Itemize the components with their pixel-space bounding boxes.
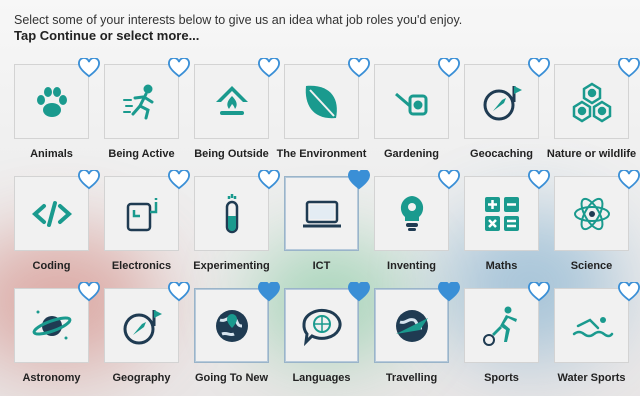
heart-filled-icon[interactable]: [258, 282, 280, 302]
interest-label: Science: [570, 260, 613, 272]
circuit-board-icon: [126, 197, 157, 231]
interest-label: Water Sports: [557, 372, 626, 384]
heart-outline-icon[interactable]: [528, 58, 550, 78]
globe-plane-icon: [395, 309, 428, 342]
interest-label: Maths: [485, 260, 518, 272]
interest-label: Going To New: [194, 372, 269, 384]
heart-outline-icon[interactable]: [78, 282, 100, 302]
interest-label: Coding: [32, 260, 71, 272]
heart-filled-icon[interactable]: [438, 282, 460, 302]
code-brackets-icon: [31, 200, 72, 227]
heart-outline-icon[interactable]: [258, 58, 280, 78]
swimmer-icon: [572, 316, 613, 337]
compass-flag-icon: [123, 309, 162, 344]
atom-icon: [573, 197, 610, 230]
heart-outline-icon[interactable]: [438, 170, 460, 190]
interest-label: Geography: [112, 372, 171, 384]
heart-outline-icon[interactable]: [168, 170, 190, 190]
heart-outline-icon[interactable]: [618, 170, 640, 190]
interest-label: Being Outside: [194, 148, 269, 160]
interest-label: Gardening: [383, 148, 439, 160]
interest-label: ICT: [312, 260, 331, 272]
running-person-icon: [122, 84, 153, 119]
heart-outline-icon[interactable]: [528, 282, 550, 302]
heart-outline-icon[interactable]: [528, 170, 550, 190]
heart-filled-icon[interactable]: [348, 170, 370, 190]
hexagon-nature-icon: [572, 82, 611, 122]
watering-can-icon: [394, 92, 427, 115]
heart-filled-icon[interactable]: [348, 282, 370, 302]
interest-label: Experimenting: [193, 260, 270, 272]
speech-globe-icon: [301, 308, 341, 346]
interest-label: Astronomy: [22, 372, 81, 384]
heart-outline-icon[interactable]: [348, 58, 370, 78]
heart-outline-icon[interactable]: [438, 58, 460, 78]
planet-icon: [32, 310, 71, 339]
interest-label: Travelling: [385, 372, 438, 384]
campfire-tent-icon: [215, 85, 248, 115]
leaf-icon: [305, 85, 337, 118]
intro-text: Select some of your interests below to g…: [14, 12, 462, 44]
calculator-symbols-icon: [484, 196, 519, 231]
test-tube-icon: [225, 193, 238, 233]
heart-outline-icon[interactable]: [168, 58, 190, 78]
interest-label: Being Active: [108, 148, 175, 160]
interest-label: Nature or wildlife: [546, 148, 637, 160]
heart-outline-icon[interactable]: [618, 282, 640, 302]
heart-outline-icon[interactable]: [78, 58, 100, 78]
heart-outline-icon[interactable]: [78, 170, 100, 190]
intro-continue-hint: Tap Continue or select more...: [14, 28, 200, 43]
heart-outline-icon[interactable]: [168, 282, 190, 302]
interest-label: Languages: [292, 372, 351, 384]
laptop-icon: [302, 200, 341, 227]
compass-flag-icon: [483, 85, 522, 120]
heart-outline-icon[interactable]: [258, 170, 280, 190]
lightbulb-gear-icon: [400, 195, 423, 231]
paw-icon: [36, 86, 67, 117]
football-player-icon: [482, 306, 517, 346]
interest-label: Inventing: [387, 260, 436, 272]
interest-label: The Environment: [276, 148, 367, 160]
globe-pin-icon: [215, 309, 248, 342]
interest-label: Geocaching: [470, 148, 533, 160]
interest-label: Electronics: [111, 260, 172, 272]
heart-outline-icon[interactable]: [618, 58, 640, 78]
interest-label: Animals: [30, 148, 73, 160]
interest-label: Sports: [484, 372, 519, 384]
intro-instruction: Select some of your interests below to g…: [14, 13, 463, 27]
